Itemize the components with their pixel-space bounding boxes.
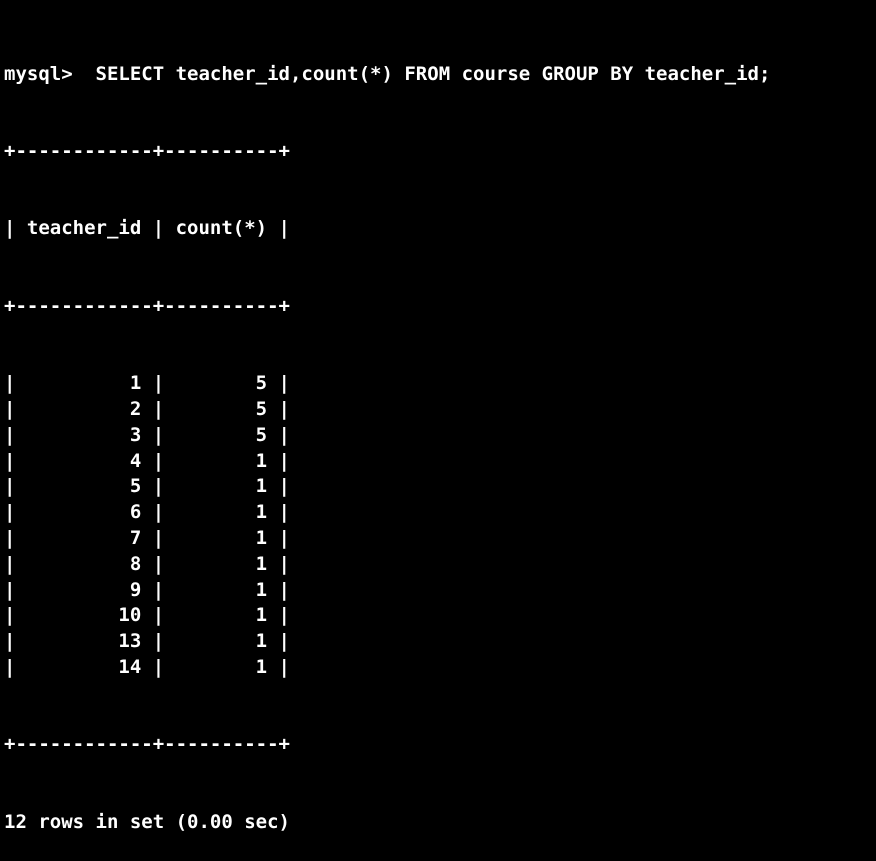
mysql-prompt: mysql> [4,62,73,85]
row-left-border: | [4,397,27,420]
table-body: | 1 | 5 | | 2 | 5 | | 3 | 5 | | 4 | 1 | | 5 … [4,371,876,681]
row-left-border: | [4,501,27,524]
row-right-border: | [267,552,290,575]
command-line: mysql> SELECT teacher_id,count(*) FROM c… [4,62,876,88]
row-middle-border: | [141,449,176,472]
row-right-border: | [267,501,290,524]
row-middle-border: | [141,372,176,395]
row-left-border: | [4,423,27,446]
sql-query: SELECT teacher_id,count(*) FROM course G… [72,62,771,85]
row-middle-border: | [141,604,176,627]
cell-teacher-id: 8 [129,552,142,575]
cell-count: 1 [255,475,268,498]
table-header: | teacher_id | count(*) | [4,217,290,240]
row-right-border: | [267,578,290,601]
row-middle-border: | [141,630,176,653]
table-row: | 1 | 5 | [4,371,876,397]
table-row: | 14 | 1 | [4,655,876,681]
row-left-border: | [4,630,27,653]
cell-teacher-id: 4 [129,449,142,472]
row-left-border: | [4,449,27,472]
cell-teacher-id: 7 [129,526,142,549]
table-row: | 3 | 5 | [4,423,876,449]
cell-count: 1 [255,604,268,627]
cell-count: 1 [255,655,268,678]
row-middle-border: | [141,397,176,420]
table-border-top: +------------+----------+ [4,139,290,162]
cell-teacher-id: 3 [129,423,142,446]
cell-count: 5 [255,397,268,420]
table-row: | 8 | 1 | [4,552,876,578]
row-left-border: | [4,604,27,627]
cell-count: 5 [255,423,268,446]
row-right-border: | [267,423,290,446]
cell-teacher-id: 5 [129,475,142,498]
row-right-border: | [267,397,290,420]
row-left-border: | [4,526,27,549]
table-border-header: +------------+----------+ [4,294,290,317]
table-row: | 7 | 1 | [4,526,876,552]
row-right-border: | [267,449,290,472]
cell-count: 1 [255,578,268,601]
result-summary: 12 rows in set (0.00 sec) [4,810,290,833]
table-row: | 2 | 5 | [4,397,876,423]
cell-count: 1 [255,630,268,653]
cell-count: 5 [255,372,268,395]
cell-teacher-id: 2 [129,397,142,420]
cell-teacher-id: 9 [129,578,142,601]
cell-teacher-id: 6 [129,501,142,524]
cell-count: 1 [255,449,268,472]
cell-teacher-id: 14 [118,655,142,678]
row-middle-border: | [141,552,176,575]
table-row: | 5 | 1 | [4,474,876,500]
row-right-border: | [267,604,290,627]
cell-count: 1 [255,526,268,549]
row-middle-border: | [141,475,176,498]
row-left-border: | [4,552,27,575]
row-right-border: | [267,372,290,395]
table-row: | 4 | 1 | [4,449,876,475]
row-middle-border: | [141,655,176,678]
row-middle-border: | [141,501,176,524]
row-left-border: | [4,372,27,395]
cell-teacher-id: 13 [118,630,142,653]
row-left-border: | [4,578,27,601]
table-border-bottom: +------------+----------+ [4,733,290,756]
row-right-border: | [267,630,290,653]
table-row: | 13 | 1 | [4,629,876,655]
table-row: | 9 | 1 | [4,578,876,604]
row-right-border: | [267,655,290,678]
row-left-border: | [4,655,27,678]
table-row: | 6 | 1 | [4,500,876,526]
row-left-border: | [4,475,27,498]
row-middle-border: | [141,578,176,601]
cell-teacher-id: 1 [129,372,142,395]
row-right-border: | [267,475,290,498]
cell-count: 1 [255,501,268,524]
cell-count: 1 [255,552,268,575]
table-row: | 10 | 1 | [4,603,876,629]
terminal-output[interactable]: mysql> SELECT teacher_id,count(*) FROM c… [4,10,876,833]
cell-teacher-id: 10 [118,604,142,627]
row-middle-border: | [141,526,176,549]
row-middle-border: | [141,423,176,446]
row-right-border: | [267,526,290,549]
